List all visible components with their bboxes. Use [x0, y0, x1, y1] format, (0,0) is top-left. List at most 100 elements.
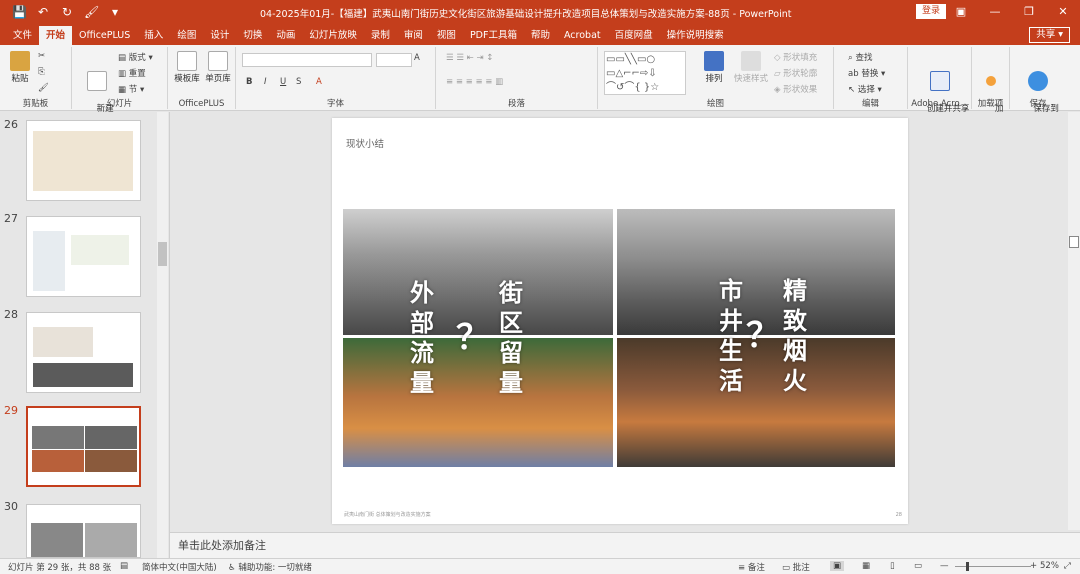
undo-icon[interactable]: ↶: [36, 5, 50, 19]
zoom-slider-thumb[interactable]: [966, 562, 969, 571]
vertical-char: 留: [499, 339, 523, 367]
normal-view-icon[interactable]: ▣: [830, 561, 845, 571]
comments-toggle[interactable]: ▭ 批注: [782, 561, 810, 573]
find-label: 查找: [855, 53, 873, 63]
cut-icon[interactable]: ✂: [38, 51, 45, 61]
reset-button[interactable]: ▥ 重置: [118, 67, 146, 79]
tab-6[interactable]: 切换: [236, 26, 269, 45]
text-fine-fireworks[interactable]: 精致烟火: [780, 276, 810, 396]
zoom-in-icon[interactable]: +: [1030, 561, 1037, 571]
tab-11[interactable]: 视图: [430, 26, 463, 45]
text-marketplace-life[interactable]: 市井生活: [716, 276, 746, 396]
notes-pane[interactable]: 单击此处添加备注: [170, 532, 1080, 558]
replace-button[interactable]: ab 替换 ▾: [848, 67, 885, 79]
tab-10[interactable]: 审阅: [397, 26, 430, 45]
tab-8[interactable]: 幻灯片放映: [302, 26, 364, 45]
format-painter-icon[interactable]: 🖌: [84, 5, 99, 19]
template-library-button[interactable]: 模板库: [172, 51, 202, 84]
slideshow-view-icon[interactable]: ▭: [914, 561, 922, 571]
slide-thumbnail[interactable]: [26, 504, 141, 558]
vertical-char: 量: [410, 369, 434, 397]
tab-14[interactable]: Acrobat: [557, 26, 608, 45]
ribbon-display-icon[interactable]: ▣: [944, 0, 978, 24]
underline-button[interactable]: U: [280, 77, 286, 87]
share-label: 共享: [1036, 29, 1056, 40]
zoom-level[interactable]: 52%: [1040, 561, 1059, 571]
language[interactable]: 简体中文(中国大陆): [142, 561, 217, 573]
section-button[interactable]: ▦ 节 ▾: [118, 83, 144, 95]
shape-effect-button[interactable]: ◈ 形状效果: [774, 83, 817, 95]
shape-fill-button[interactable]: ◇ 形状填充: [774, 51, 817, 63]
tab-16[interactable]: 操作说明搜索: [660, 26, 731, 45]
single-page-library-button[interactable]: 单页库: [202, 51, 234, 84]
copy-icon[interactable]: ⎘: [38, 67, 45, 77]
bullets-icon[interactable]: ☰ ☰ ⇤ ⇥ ↕: [446, 53, 493, 63]
tab-5[interactable]: 设计: [203, 26, 236, 45]
slide-thumbnail[interactable]: [26, 216, 141, 297]
scroll-thumb[interactable]: [158, 242, 167, 266]
vertical-char: 活: [719, 367, 743, 395]
new-slide-icon: [87, 71, 107, 91]
layout-button[interactable]: ▤ 版式 ▾: [118, 51, 153, 63]
login-button[interactable]: 登录: [916, 4, 946, 19]
quick-styles-button[interactable]: 快速样式: [732, 51, 770, 84]
tab-7[interactable]: 动画: [269, 26, 302, 45]
tab-9[interactable]: 录制: [364, 26, 397, 45]
slide-thumbnail[interactable]: [26, 312, 141, 393]
spellcheck-icon[interactable]: ▤: [120, 561, 128, 571]
share-button[interactable]: 共享 ▾: [1029, 27, 1070, 43]
align-icons[interactable]: ≡ ≡ ≡ ≡ ≡ ▥: [446, 77, 503, 87]
editor-scroll-thumb[interactable]: [1069, 236, 1079, 248]
bold-button[interactable]: B: [246, 77, 252, 87]
tab-3[interactable]: 插入: [137, 26, 170, 45]
accessibility-status[interactable]: ♿ 辅助功能: 一切就绪: [228, 561, 312, 573]
font-name-select[interactable]: [242, 53, 372, 67]
tab-4[interactable]: 绘图: [170, 26, 203, 45]
fit-slide-icon[interactable]: ⤢: [1064, 561, 1071, 571]
shape-outline-button[interactable]: ▱ 形状轮廓: [774, 67, 817, 79]
text-block-retain[interactable]: 街区留量: [496, 278, 526, 398]
arrange-button[interactable]: 排列: [702, 51, 726, 84]
thumbnail-scrollbar[interactable]: [157, 112, 168, 558]
notes-toggle[interactable]: ≡ 备注: [738, 561, 765, 573]
font-size-select[interactable]: [376, 53, 412, 67]
slide-thumbnail-active[interactable]: [26, 406, 141, 487]
tab-0[interactable]: 文件: [6, 26, 39, 45]
paste-button[interactable]: 粘贴: [6, 51, 34, 84]
tab-2[interactable]: OfficePLUS: [72, 26, 137, 45]
redo-icon[interactable]: ↻: [60, 5, 74, 19]
zoom-out-icon[interactable]: —: [940, 561, 949, 571]
sorter-view-icon[interactable]: ▦: [862, 561, 870, 571]
minimize-icon[interactable]: —: [978, 0, 1012, 24]
shapes-gallery[interactable]: ▭▭╲╲▭○ ▭△⌐⌐⇨⇩ ⌒↺⌒{ }☆: [604, 51, 686, 95]
tab-15[interactable]: 百度网盘: [608, 26, 660, 45]
increase-font-icon[interactable]: A: [414, 53, 420, 63]
close-icon[interactable]: ✕: [1046, 0, 1080, 24]
editor-scrollbar[interactable]: [1068, 112, 1080, 530]
tab-1[interactable]: 开始: [39, 26, 73, 45]
reset-label: 重置: [128, 69, 146, 79]
maximize-icon[interactable]: ❐: [1012, 0, 1046, 24]
find-button[interactable]: ⌕ 查找: [848, 51, 872, 63]
text-outside-flow[interactable]: 外部流量: [407, 278, 437, 398]
slide-thumbnail[interactable]: [26, 120, 141, 201]
vertical-char: 量: [499, 369, 523, 397]
save-icon[interactable]: 💾: [12, 5, 27, 19]
thumbnail-pane[interactable]: 26 27 28 29 30: [0, 112, 170, 558]
addins-group: 加 载项 加载项: [972, 47, 1010, 124]
arrange-label: 排列: [705, 74, 723, 84]
format-painter-button[interactable]: 🖌: [38, 83, 49, 93]
font-group: A B I U S A 字体: [236, 47, 436, 109]
italic-button[interactable]: I: [264, 77, 267, 87]
reading-view-icon[interactable]: ▯: [890, 561, 895, 571]
tab-13[interactable]: 帮助: [524, 26, 557, 45]
customize-icon[interactable]: ▾: [108, 5, 122, 19]
vertical-char: 火: [783, 367, 807, 395]
slide-title[interactable]: 现状小结: [346, 136, 384, 150]
strikethrough-button[interactable]: S: [296, 77, 301, 87]
vertical-char: 烟: [783, 337, 807, 365]
tab-12[interactable]: PDF工具箱: [463, 26, 524, 45]
font-color-icon[interactable]: A: [316, 77, 322, 87]
select-button[interactable]: ↖ 选择 ▾: [848, 83, 882, 95]
slide-canvas[interactable]: 现状小结 外部流量 街区留量 ？ 市井生活 精致烟火 ？ 武夷山南门街 总体策划…: [332, 118, 908, 524]
